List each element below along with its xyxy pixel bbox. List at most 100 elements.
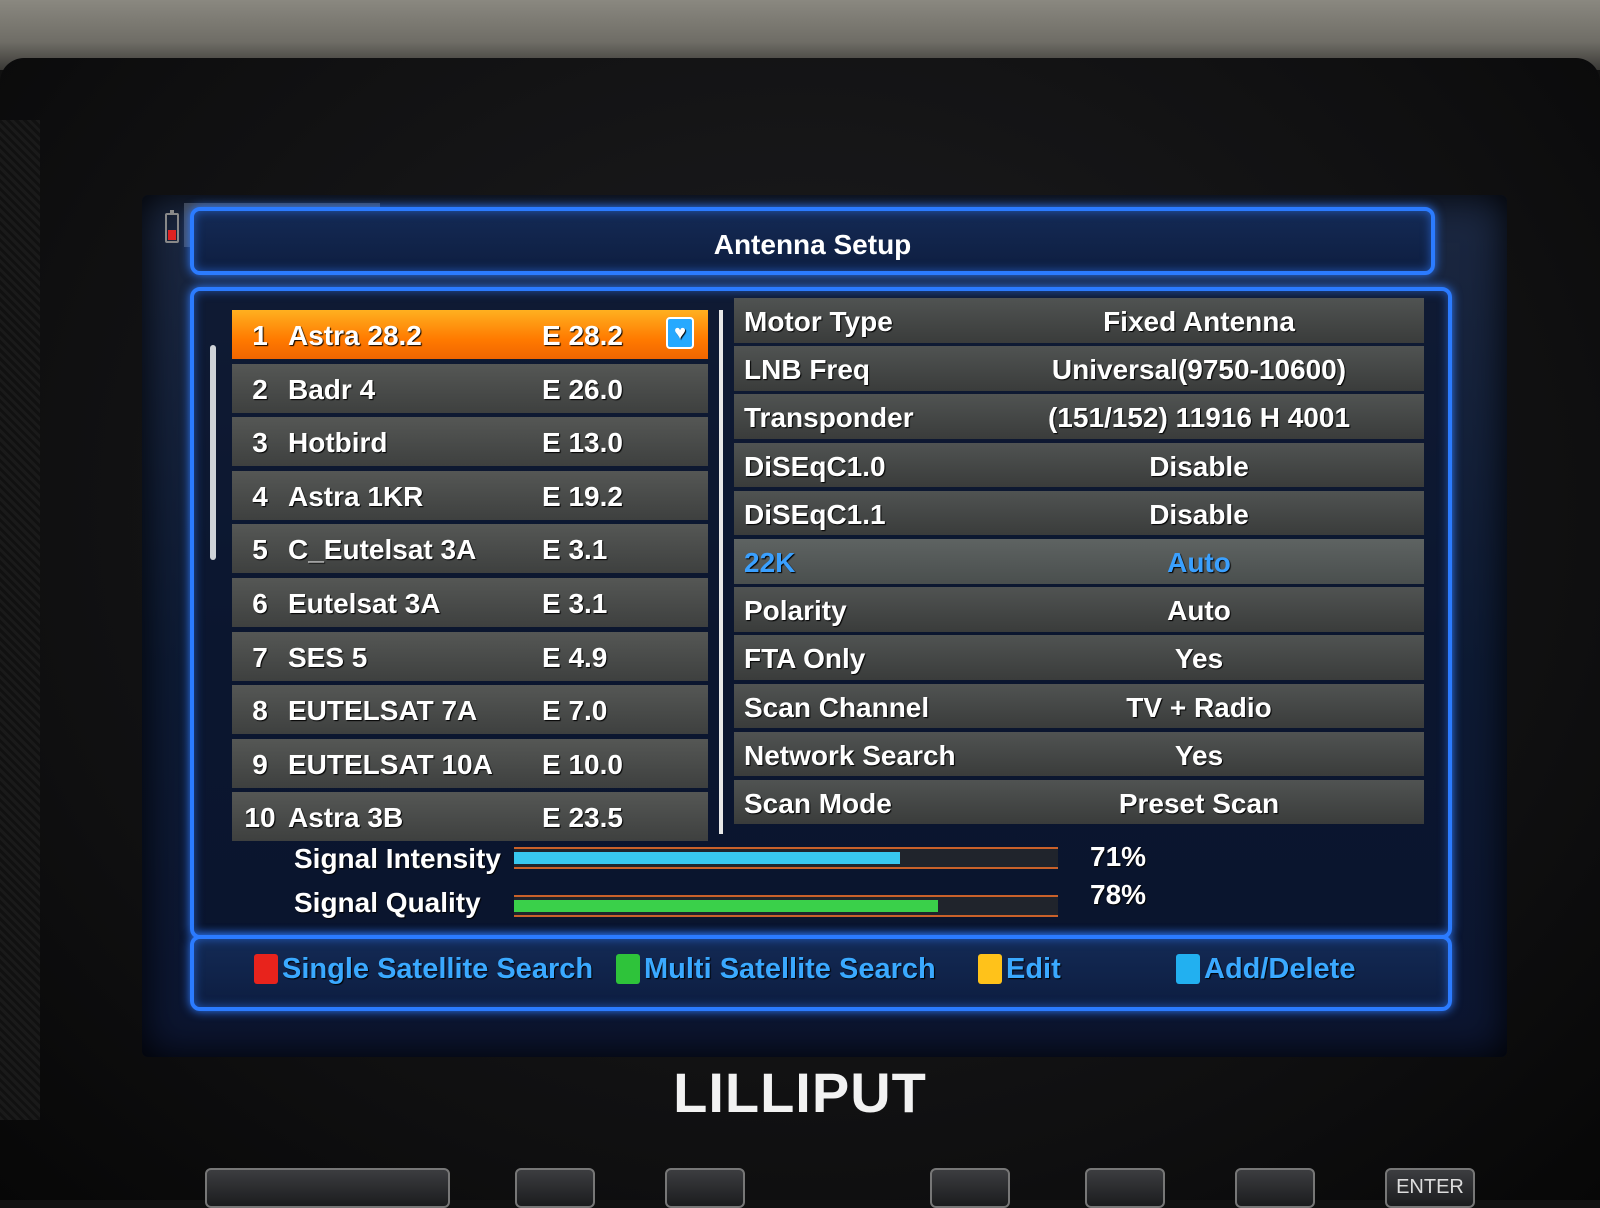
setting-network-search[interactable]: Network Search Yes [734, 731, 1424, 777]
hardware-button[interactable] [1235, 1168, 1315, 1208]
add-delete-label: Add/Delete [1204, 953, 1356, 985]
setting-label: LNB Freq [744, 354, 870, 386]
satellite-position: E 23.5 [542, 802, 623, 834]
setting-diseqc10[interactable]: DiSEqC1.0 Disable [734, 442, 1424, 488]
satellite-name: Badr 4 [288, 373, 376, 405]
satellite-name: EUTELSAT 7A [288, 695, 478, 727]
satellite-name: EUTELSAT 10A [288, 748, 493, 780]
title-bar: Antenna Setup [190, 207, 1435, 275]
satellite-position: E 28.2 [542, 320, 623, 351]
satellite-number: 9 [252, 748, 268, 780]
setting-fta-only[interactable]: FTA Only Yes [734, 635, 1424, 680]
setting-22k[interactable]: 22K Auto [734, 538, 1424, 584]
setting-value: Yes [1174, 739, 1224, 771]
hardware-button[interactable] [1085, 1168, 1165, 1208]
satellite-number: 8 [252, 695, 268, 727]
satellite-list: 1 Astra 28.2 E 28.2 ♥ 2 Badr 4 E 26.0 3 … [232, 310, 708, 846]
setting-label: DiSEqC1.0 [744, 450, 886, 482]
setting-value: Fixed Antenna [1103, 306, 1295, 337]
multi-satellite-search-button[interactable]: Multi Satellite Search [616, 953, 936, 986]
satellite-position: E 3.1 [542, 534, 608, 566]
satellite-name: Astra 28.2 [288, 320, 422, 351]
satellite-number: 4 [252, 480, 268, 512]
satellite-name: C_Eutelsat 3A [288, 534, 477, 566]
edit-label: Edit [1006, 953, 1061, 985]
hardware-button[interactable] [665, 1168, 745, 1208]
setting-polarity[interactable]: Polarity Auto [734, 587, 1424, 632]
setting-label: FTA Only [744, 643, 866, 675]
satellite-row[interactable]: 3 Hotbird E 13.0 [232, 417, 708, 467]
device-strap [0, 120, 40, 1120]
satellite-position: E 19.2 [542, 480, 623, 512]
satellite-row[interactable]: 1 Astra 28.2 E 28.2 ♥ [232, 310, 708, 359]
setting-label: 22K [744, 546, 796, 578]
setting-label: Transponder [744, 402, 914, 434]
satellite-row[interactable]: 7 SES 5 E 4.9 [232, 631, 708, 681]
enter-button[interactable]: ENTER [1385, 1168, 1475, 1208]
satellite-position: E 4.9 [542, 641, 608, 673]
screen: Antenna Setup 1 Astra 28.2 E 28.2 ♥ 2 Ba… [142, 195, 1507, 1057]
panel-divider [719, 310, 723, 834]
favorite-heart-icon[interactable]: ♥ [666, 317, 694, 349]
setting-motor-type[interactable]: Motor Type Fixed Antenna [734, 298, 1424, 343]
satellite-number: 5 [252, 534, 268, 566]
setting-label: Scan Channel [744, 691, 930, 723]
setting-lnb-freq[interactable]: LNB Freq Universal(9750-10600) [734, 346, 1424, 391]
satellite-number: 3 [252, 427, 268, 459]
setting-value: (151/152) 11916 H 4001 [1047, 402, 1351, 434]
setting-diseqc11[interactable]: DiSEqC1.1 Disable [734, 490, 1424, 536]
battery-icon [165, 210, 179, 243]
setting-label: DiSEqC1.1 [744, 498, 886, 530]
setting-value: Auto [1167, 546, 1231, 578]
satellite-number: 1 [252, 320, 268, 351]
setting-scan-channel[interactable]: Scan Channel TV + Radio [734, 683, 1424, 729]
setting-value: Auto [1167, 595, 1231, 627]
satellite-number: 2 [252, 373, 268, 405]
signal-intensity-bar [514, 847, 1058, 869]
setting-value: Yes [1174, 643, 1224, 675]
setting-scan-mode[interactable]: Scan Mode Preset Scan [734, 779, 1424, 825]
satellite-number: 7 [252, 641, 268, 673]
setting-label: Network Search [744, 739, 956, 771]
signal-intensity-label: Signal Intensity [294, 843, 501, 874]
satellite-row[interactable]: 10 Astra 3B E 23.5 [232, 792, 708, 842]
satellite-number: 10 [244, 802, 276, 834]
satellite-name: SES 5 [288, 641, 368, 673]
setting-value: Disable [1149, 498, 1249, 530]
setting-label: Polarity [744, 595, 847, 627]
satellite-position: E 13.0 [542, 427, 623, 459]
signal-intensity-fill [514, 852, 901, 864]
satellite-row[interactable]: 9 EUTELSAT 10A E 10.0 [232, 738, 708, 788]
hardware-button-left[interactable] [205, 1168, 450, 1208]
setting-label: Scan Mode [744, 787, 892, 819]
satellite-row[interactable]: 2 Badr 4 E 26.0 [232, 363, 708, 413]
satellite-name: Eutelsat 3A [288, 587, 441, 619]
single-satellite-search-label: Single Satellite Search [282, 953, 594, 985]
satellite-number: 6 [252, 587, 268, 619]
blue-key-icon [1176, 954, 1200, 984]
satellite-row[interactable]: 5 C_Eutelsat 3A E 3.1 [232, 524, 708, 574]
satellite-name: Astra 1KR [288, 480, 424, 512]
satellite-row[interactable]: 8 EUTELSAT 7A E 7.0 [232, 685, 708, 735]
hardware-button[interactable] [930, 1168, 1010, 1208]
satellite-position: E 7.0 [542, 695, 608, 727]
setting-value: Universal(9750-10600) [1051, 354, 1347, 386]
signal-intensity-value: 71% [1090, 841, 1147, 872]
yellow-key-icon [978, 954, 1002, 984]
satellite-position: E 3.1 [542, 587, 608, 619]
satellite-position: E 10.0 [542, 748, 623, 780]
list-scrollbar[interactable] [210, 345, 216, 560]
satellite-row[interactable]: 6 Eutelsat 3A E 3.1 [232, 577, 708, 627]
brand-logo: LILLIPUT [673, 1061, 927, 1124]
signal-quality-bar [514, 895, 1058, 917]
satellite-row[interactable]: 4 Astra 1KR E 19.2 [232, 470, 708, 520]
multi-satellite-search-label: Multi Satellite Search [644, 953, 936, 985]
add-delete-button[interactable]: Add/Delete [1176, 953, 1355, 986]
edit-button[interactable]: Edit [978, 953, 1061, 986]
hardware-button[interactable] [515, 1168, 595, 1208]
setting-value: Preset Scan [1118, 787, 1280, 819]
setting-transponder[interactable]: Transponder (151/152) 11916 H 4001 [734, 394, 1424, 439]
single-satellite-search-button[interactable]: Single Satellite Search [254, 953, 593, 986]
satellite-position: E 26.0 [542, 373, 623, 405]
satellite-name: Hotbird [288, 427, 388, 459]
